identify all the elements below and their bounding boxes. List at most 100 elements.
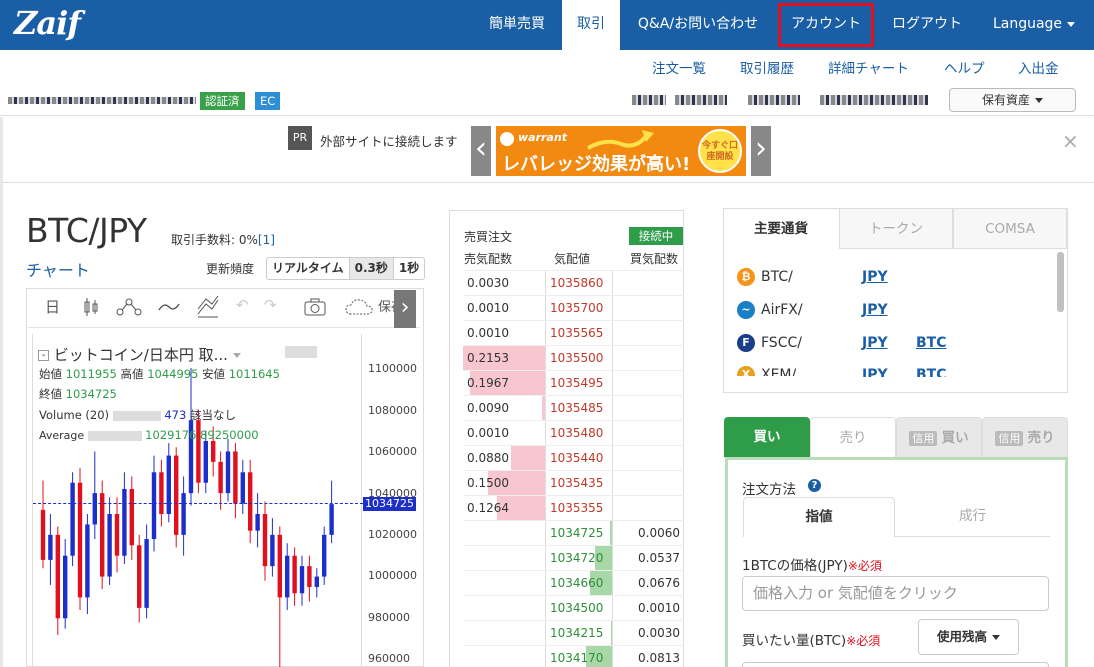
toolbar-scroll-arrow-icon[interactable]: › [394, 290, 416, 328]
nav-account[interactable]: アカウント [775, 0, 877, 50]
chevron-down-icon[interactable] [232, 353, 241, 358]
currency-pair-link[interactable]: BTC [916, 335, 947, 351]
bid-row[interactable]: 1034725 0.0060 [464, 520, 684, 545]
fibonacci-icon[interactable] [196, 296, 220, 318]
ask-row[interactable]: 0.0010 1035565 [464, 320, 684, 345]
candle-body [129, 488, 134, 546]
tab-buy[interactable]: 買い [724, 417, 810, 457]
nav-logout[interactable]: ログアウト [882, 0, 972, 50]
subnav-orders[interactable]: 注文一覧 [652, 57, 706, 77]
nav-language[interactable]: Language [983, 0, 1085, 50]
orderbook-title: 売買注文 [464, 230, 513, 244]
close-value: 1034725 [65, 387, 117, 401]
indicator-icon[interactable] [116, 297, 142, 317]
ask-price-cell: 1035495 [547, 371, 613, 395]
ask-price[interactable]: 1035480 [547, 421, 603, 446]
bid-price[interactable]: 1034660 [547, 571, 603, 596]
zaif-logo[interactable]: Zaif [14, 4, 81, 42]
bid-row[interactable]: 1034170 0.0813 [464, 645, 684, 667]
redo-icon[interactable]: ↷ [264, 296, 277, 314]
nav-trade[interactable]: 取引 [562, 0, 620, 50]
bid-row[interactable]: 1034500 0.0010 [464, 595, 684, 620]
ask-row[interactable]: 0.1967 1035495 [464, 370, 684, 395]
price-input[interactable]: 価格入力 or 気配値をクリック [742, 576, 1049, 611]
bid-row[interactable]: 1034660 0.0676 [464, 570, 684, 595]
ask-row[interactable]: 0.2153 1035500 [463, 345, 684, 371]
average-settings-icons[interactable] [87, 431, 142, 441]
ad-next-arrow-icon[interactable]: › [751, 126, 771, 176]
tab-tokens[interactable]: トークン [839, 209, 953, 249]
interval-day-button[interactable]: 日 [45, 296, 60, 317]
ask-price[interactable]: 1035495 [547, 371, 603, 396]
scrollbar-thumb[interactable] [1057, 252, 1064, 312]
tab-major-currencies[interactable]: 主要通貨 [724, 209, 838, 249]
help-icon[interactable]: ? [808, 479, 821, 492]
bid-price[interactable]: 1034215 [547, 621, 603, 646]
ask-price[interactable]: 1035500 [547, 346, 603, 371]
bid-row[interactable]: 1034720 0.0537 [464, 545, 684, 570]
subnav-history[interactable]: 取引履歴 [740, 57, 794, 77]
bid-row[interactable]: 1034215 0.0030 [464, 620, 684, 645]
ask-row[interactable]: 0.0090 1035485 [464, 395, 684, 420]
y-axis-tick: 1100000 [368, 362, 417, 375]
volume-settings-icons[interactable] [112, 410, 161, 421]
subnav-detail-chart[interactable]: 詳細チャート [828, 57, 909, 77]
line-drawing-icon[interactable] [158, 300, 180, 314]
ad-banner[interactable]: warrant レバレッジ効果が高い! 今すぐ口座開設 [496, 126, 746, 176]
use-balance-dropdown[interactable]: 使用残高 [918, 619, 1019, 655]
ask-price[interactable]: 1035485 [547, 396, 603, 421]
quantity-input[interactable] [742, 662, 1049, 667]
margin-buy-label: 買い [941, 430, 969, 446]
ask-row[interactable]: 0.1500 1035435 [464, 470, 684, 495]
tab-limit-order[interactable]: 指値 [743, 497, 895, 537]
frequency-0-3s[interactable]: 0.3秒 [348, 258, 393, 279]
bid-price[interactable]: 1034170 [547, 646, 603, 667]
bid-qty: 0.0060 [638, 526, 680, 540]
ask-price[interactable]: 1035440 [547, 446, 603, 471]
camera-icon[interactable] [304, 298, 326, 316]
ask-price[interactable]: 1035860 [547, 271, 603, 296]
assets-dropdown-button[interactable]: 保有資産 [949, 88, 1076, 112]
currency-pair-link[interactable]: JPY [862, 269, 888, 285]
ask-row[interactable]: 0.1264 1035355 [464, 495, 684, 520]
frequency-realtime[interactable]: リアルタイム [267, 258, 349, 279]
ask-price[interactable]: 1035435 [547, 471, 603, 496]
fee-footnote-link[interactable]: [1] [258, 233, 275, 247]
ask-row[interactable]: 0.0010 1035480 [464, 420, 684, 445]
nav-easy-trade[interactable]: 簡単売買 [475, 0, 559, 50]
ask-row[interactable]: 0.0010 1035700 [464, 295, 684, 320]
ask-row[interactable]: 0.0030 1035860 [464, 270, 684, 295]
tab-margin-buy[interactable]: 信用 買い [896, 417, 982, 457]
ad-prev-arrow-icon[interactable]: ‹ [471, 126, 491, 176]
legend-settings-icons[interactable] [285, 346, 317, 358]
chart-link[interactable]: チャート [26, 257, 90, 281]
currency-pair-link[interactable]: JPY [862, 335, 888, 351]
close-icon[interactable]: × [1062, 129, 1079, 153]
tab-margin-sell[interactable]: 信用 売り [982, 417, 1068, 457]
candlestick-icon[interactable] [82, 297, 100, 317]
subnav-deposit-withdraw[interactable]: 入出金 [1018, 57, 1059, 77]
collapse-icon[interactable]: - [38, 350, 49, 361]
tab-market-order[interactable]: 成行 [895, 497, 1050, 537]
currency-row: ₿ BTC/ [737, 268, 793, 286]
cloud-save-icon[interactable] [345, 298, 373, 316]
tab-sell[interactable]: 売り [810, 417, 896, 457]
ask-price[interactable]: 1035700 [547, 296, 603, 321]
frequency-1s[interactable]: 1秒 [392, 258, 424, 279]
tab-comsa[interactable]: COMSA [953, 209, 1067, 249]
ask-price[interactable]: 1035355 [547, 496, 603, 521]
currency-pair-link[interactable]: JPY [862, 302, 888, 318]
subnav-help[interactable]: ヘルプ [944, 57, 985, 77]
bid-price[interactable]: 1034725 [547, 521, 603, 546]
nav-language-label: Language [992, 16, 1063, 32]
bid-price[interactable]: 1034720 [547, 546, 603, 571]
undo-icon[interactable]: ↶ [236, 296, 249, 314]
currency-pair-link[interactable]: BTC [916, 367, 947, 377]
ask-price[interactable]: 1035565 [547, 321, 603, 346]
ask-row[interactable]: 0.0880 1035440 [464, 445, 684, 470]
ask-qty: 0.1967 [467, 376, 509, 390]
currency-pair-link[interactable]: JPY [862, 367, 888, 377]
bid-price-cell: 1034170 [547, 646, 613, 667]
bid-price[interactable]: 1034500 [547, 596, 603, 621]
nav-faq-contact[interactable]: Q&A/お問い合わせ [626, 0, 770, 50]
